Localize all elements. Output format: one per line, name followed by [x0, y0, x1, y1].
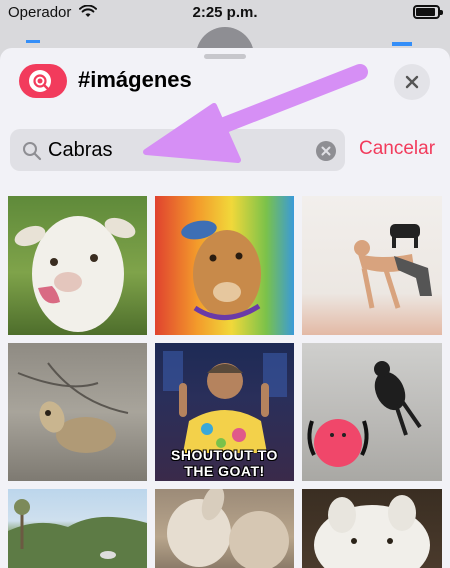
- gif-goat-tongue[interactable]: [8, 196, 147, 335]
- search-value[interactable]: Cabras: [48, 139, 112, 162]
- cancel-button[interactable]: Cancelar: [359, 138, 435, 160]
- sheet-grabber[interactable]: [204, 54, 246, 59]
- gif-llama-closeup[interactable]: [302, 489, 442, 568]
- gif-goat-yoga[interactable]: [302, 196, 442, 335]
- page-title: #imágenes: [78, 67, 192, 92]
- gif-goat-rainbow[interactable]: [155, 196, 294, 335]
- close-button[interactable]: [394, 64, 430, 100]
- close-icon: [405, 75, 419, 89]
- images-sheet: #imágenes Cabras Cancelar SHOUTOUT TO TH…: [0, 48, 450, 568]
- status-time: 2:25 p.m.: [192, 4, 258, 21]
- gif-caption: SHOUTOUT TO THE GOAT!: [171, 447, 278, 479]
- gif-goat-shoutout[interactable]: SHOUTOUT TO THE GOAT!: [155, 343, 294, 481]
- images-search-icon: [19, 64, 67, 98]
- gif-goat-ball[interactable]: [302, 343, 442, 481]
- search-input[interactable]: Cabras: [10, 129, 345, 171]
- status-bar: Operador 2:25 p.m.: [0, 0, 450, 26]
- gif-goat-landscape[interactable]: [8, 489, 147, 568]
- clear-search-button[interactable]: [316, 141, 336, 161]
- gif-goat-lying[interactable]: [8, 343, 147, 481]
- clear-icon: [321, 146, 331, 156]
- battery-icon: [413, 5, 443, 19]
- search-icon: [23, 142, 42, 161]
- gif-goat-closeup[interactable]: [155, 489, 294, 568]
